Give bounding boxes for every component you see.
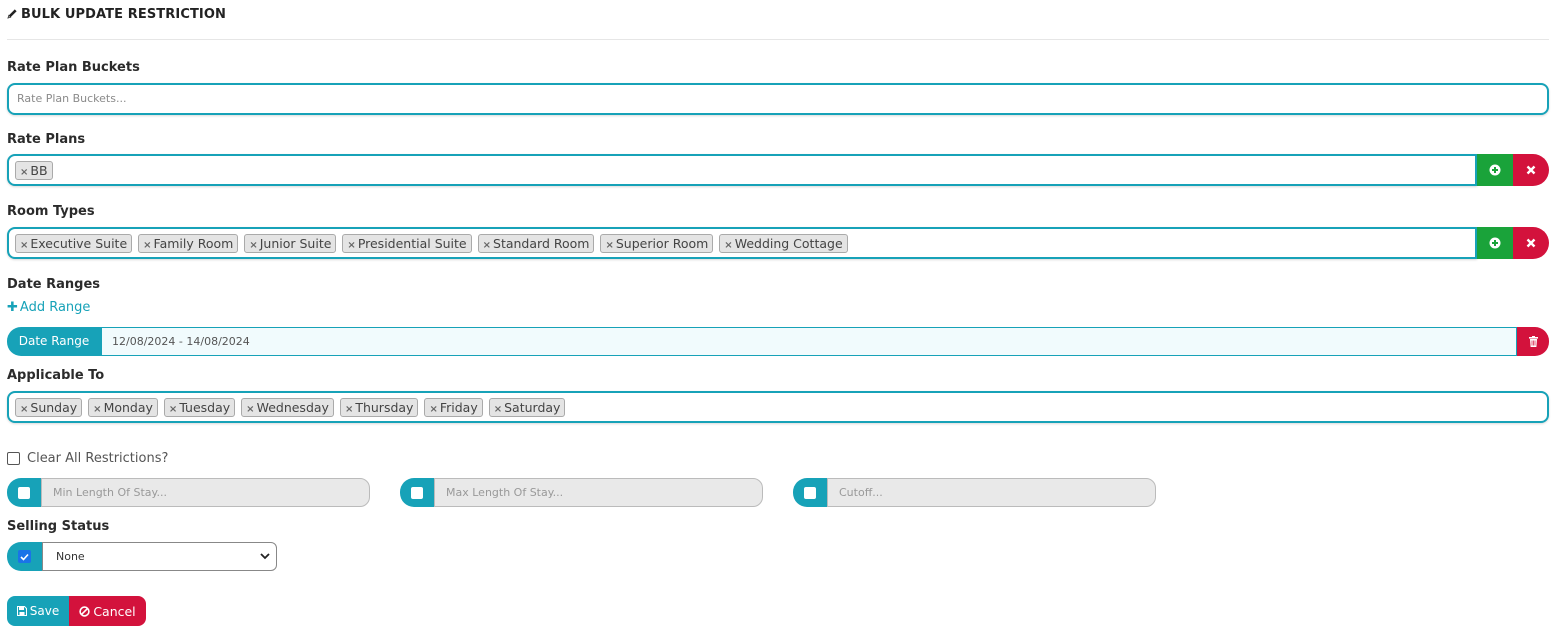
checkbox-square xyxy=(804,486,816,499)
remove-tag-icon[interactable]: × xyxy=(20,167,28,178)
ban-icon xyxy=(79,605,91,617)
remove-tag-icon[interactable]: × xyxy=(429,404,437,415)
date-range-input[interactable]: 12/08/2024 - 14/08/2024 xyxy=(101,327,1517,356)
date-ranges-label: Date Ranges xyxy=(7,277,101,292)
plus-circle-icon xyxy=(1489,164,1501,176)
save-button[interactable]: Save xyxy=(7,596,69,626)
selling-status-select[interactable]: None xyxy=(42,542,277,571)
date-range-addon: Date Range xyxy=(7,327,101,356)
room-type-tag[interactable]: × Wedding Cottage xyxy=(719,234,848,253)
max-los-input[interactable]: Max Length Of Stay... xyxy=(434,478,763,507)
date-range-row: Date Range 12/08/2024 - 14/08/2024 xyxy=(7,327,1549,356)
rate-plan-buckets-label: Rate Plan Buckets xyxy=(7,60,140,75)
cancel-button[interactable]: Cancel xyxy=(69,596,146,626)
room-types-select[interactable]: × Executive Suite × Family Room × Junior Su… xyxy=(7,227,1477,259)
clear-all-restrictions: Clear All Restrictions? xyxy=(7,451,168,466)
rate-plans-label: Rate Plans xyxy=(7,132,86,147)
room-type-tag[interactable]: × Family Room xyxy=(138,234,239,253)
min-los-checkbox[interactable] xyxy=(7,478,41,507)
applicable-to-label: Applicable To xyxy=(7,368,105,383)
close-icon xyxy=(1526,165,1536,175)
selling-status-label: Selling Status xyxy=(7,519,110,534)
page-title: BULK UPDATE RESTRICTION xyxy=(7,7,226,22)
cutoff-input[interactable]: Cutoff... xyxy=(827,478,1156,507)
day-tag[interactable]: × Sunday xyxy=(15,398,83,417)
remove-tag-icon[interactable]: × xyxy=(345,404,353,415)
remove-tag-icon[interactable]: × xyxy=(169,404,177,415)
checkbox-square xyxy=(18,486,30,499)
room-type-tag[interactable]: × Presidential Suite xyxy=(342,234,472,253)
remove-tag-icon[interactable]: × xyxy=(20,240,28,251)
delete-range-button[interactable] xyxy=(1517,327,1549,356)
room-type-tag[interactable]: × Superior Room xyxy=(600,234,714,253)
remove-tag-icon[interactable]: × xyxy=(347,240,355,251)
add-range-link[interactable]: ✚ Add Range xyxy=(7,300,90,315)
min-los-group: Min Length Of Stay... xyxy=(7,478,370,507)
cutoff-group: Cutoff... xyxy=(793,478,1156,507)
day-tag[interactable]: × Tuesday xyxy=(163,398,236,417)
rate-plans-select[interactable]: × BB xyxy=(7,154,1477,186)
form-actions: Save Cancel xyxy=(7,596,146,626)
rate-plan-buckets-placeholder: Rate Plan Buckets... xyxy=(17,92,127,105)
check-icon xyxy=(20,553,29,561)
clear-all-label: Clear All Restrictions? xyxy=(27,451,169,466)
room-type-tag[interactable]: × Executive Suite xyxy=(15,234,133,253)
checkbox-square xyxy=(411,486,423,499)
day-tag[interactable]: × Wednesday xyxy=(241,398,334,417)
remove-tag-icon[interactable]: × xyxy=(483,240,491,251)
room-types-select-all-button[interactable] xyxy=(1477,227,1513,259)
room-types-label: Room Types xyxy=(7,204,95,219)
remove-tag-icon[interactable]: × xyxy=(249,240,257,251)
remove-tag-icon[interactable]: × xyxy=(246,404,254,415)
pencil-icon xyxy=(7,9,17,19)
cutoff-checkbox[interactable] xyxy=(793,478,827,507)
day-tag[interactable]: × Friday xyxy=(424,398,483,417)
remove-tag-icon[interactable]: × xyxy=(724,240,732,251)
day-tag[interactable]: × Monday xyxy=(88,398,158,417)
remove-tag-icon[interactable]: × xyxy=(20,404,28,415)
room-types-clear-button[interactable] xyxy=(1513,227,1549,259)
remove-tag-icon[interactable]: × xyxy=(93,404,101,415)
selling-status-group: None xyxy=(7,542,277,571)
room-type-tag[interactable]: × Standard Room xyxy=(477,234,595,253)
trash-icon xyxy=(1528,336,1538,347)
selling-status-checkbox[interactable] xyxy=(7,542,42,571)
remove-tag-icon[interactable]: × xyxy=(143,240,151,251)
room-type-tag[interactable]: × Junior Suite xyxy=(244,234,337,253)
day-tag[interactable]: × Saturday xyxy=(488,398,566,417)
checkbox-checked xyxy=(18,550,31,563)
rate-plan-buckets-input[interactable]: Rate Plan Buckets... xyxy=(7,83,1549,115)
remove-tag-icon[interactable]: × xyxy=(494,404,502,415)
rate-plan-tag[interactable]: × BB xyxy=(15,161,53,180)
clear-all-checkbox[interactable] xyxy=(7,452,20,465)
applicable-to-select[interactable]: × Sunday × Monday × Tuesday × Wednesday × Thu… xyxy=(7,391,1549,423)
plus-circle-icon xyxy=(1489,237,1501,249)
min-los-input[interactable]: Min Length Of Stay... xyxy=(41,478,370,507)
plus-icon: ✚ xyxy=(7,300,18,315)
page-title-text: BULK UPDATE RESTRICTION xyxy=(21,7,226,22)
rate-plans-clear-button[interactable] xyxy=(1513,154,1549,186)
close-icon xyxy=(1526,238,1536,248)
remove-tag-icon[interactable]: × xyxy=(605,240,613,251)
max-los-group: Max Length Of Stay... xyxy=(400,478,763,507)
chevron-down-icon xyxy=(260,553,270,560)
day-tag[interactable]: × Thursday xyxy=(339,398,419,417)
divider xyxy=(7,39,1549,40)
max-los-checkbox[interactable] xyxy=(400,478,434,507)
floppy-disk-icon xyxy=(16,606,27,616)
rate-plans-select-all-button[interactable] xyxy=(1477,154,1513,186)
